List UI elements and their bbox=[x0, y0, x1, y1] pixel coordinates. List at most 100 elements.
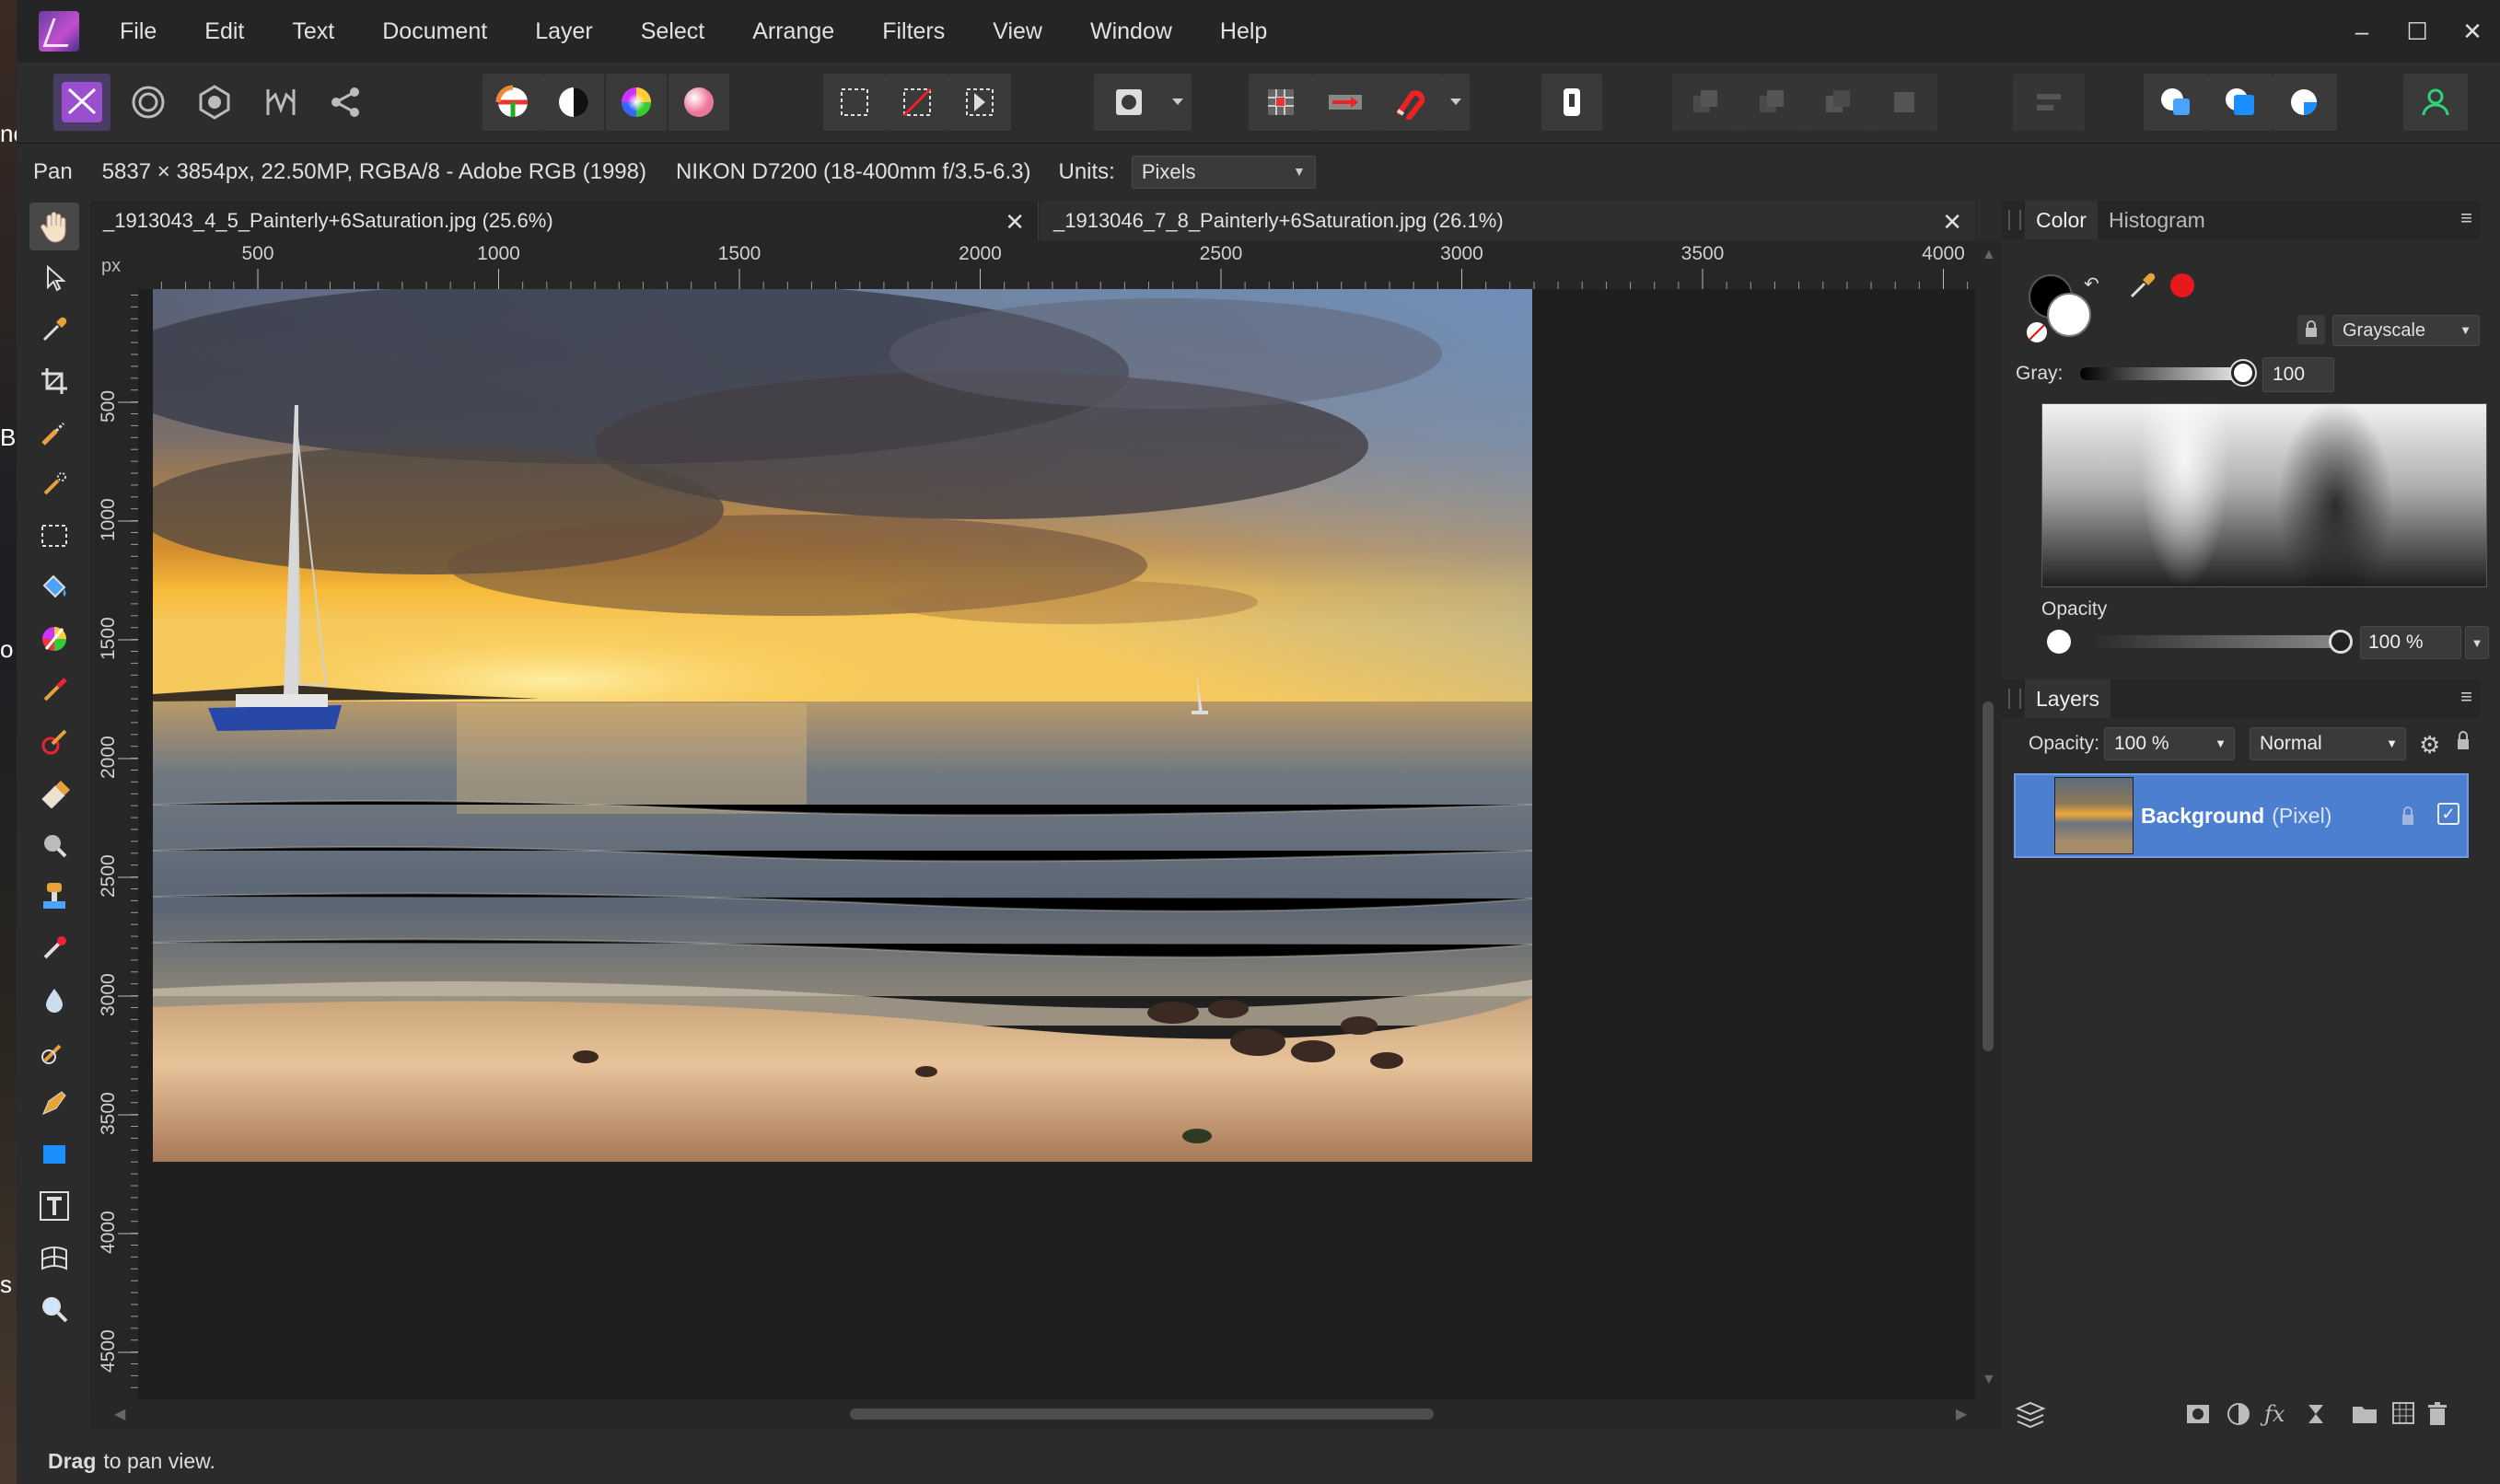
arrange-front-icon[interactable] bbox=[1871, 74, 1937, 131]
quick-mask-icon[interactable] bbox=[1094, 74, 1164, 131]
menu-view[interactable]: View bbox=[993, 18, 1042, 45]
opacity-slider[interactable] bbox=[2087, 635, 2342, 648]
paint-brush-tool-icon[interactable] bbox=[29, 667, 79, 714]
liquify-brush-tool-icon[interactable] bbox=[29, 1027, 79, 1075]
menu-document[interactable]: Document bbox=[382, 18, 487, 45]
export-persona-icon[interactable] bbox=[317, 74, 374, 131]
menu-file[interactable]: File bbox=[120, 18, 157, 45]
arrange-back-icon[interactable] bbox=[1672, 74, 1738, 131]
maximize-button[interactable]: ☐ bbox=[2390, 0, 2445, 63]
menu-filters[interactable]: Filters bbox=[882, 18, 945, 45]
layers-stack-icon[interactable] bbox=[2014, 1401, 2047, 1435]
add-group-icon[interactable] bbox=[2351, 1401, 2378, 1432]
lock-icon[interactable] bbox=[2297, 315, 2325, 344]
close-tab-icon[interactable]: ✕ bbox=[1942, 208, 1962, 237]
assistant-icon[interactable] bbox=[1541, 74, 1602, 131]
picked-color-swatch[interactable] bbox=[2170, 273, 2194, 297]
blemish-removal-tool-icon[interactable] bbox=[29, 924, 79, 972]
auto-colors-icon[interactable] bbox=[606, 74, 667, 131]
app-logo-icon[interactable] bbox=[39, 11, 79, 52]
blur-brush-tool-icon[interactable] bbox=[29, 976, 79, 1024]
layer-lock-icon[interactable] bbox=[2401, 806, 2415, 831]
zoom-tool-icon[interactable] bbox=[29, 1285, 79, 1333]
gear-icon[interactable]: ⚙ bbox=[2419, 731, 2440, 759]
document-tab-active[interactable]: _1913043_4_5_Painterly+6Saturation.jpg (… bbox=[90, 201, 1039, 241]
layer-opacity-select[interactable]: 100 % ▼ bbox=[2104, 727, 2235, 760]
color-spectrum[interactable] bbox=[2041, 403, 2487, 587]
menu-edit[interactable]: Edit bbox=[204, 18, 244, 45]
auto-white-balance-icon[interactable] bbox=[669, 74, 729, 131]
gray-slider-handle[interactable] bbox=[2231, 361, 2255, 385]
lock-icon[interactable] bbox=[2456, 731, 2471, 756]
adjustment-icon[interactable] bbox=[2226, 1401, 2251, 1433]
vertical-scrollbar[interactable]: ▲ ▼ bbox=[1975, 241, 2001, 1399]
clone-tool-icon[interactable] bbox=[29, 873, 79, 921]
scroll-right-icon[interactable]: ▶ bbox=[1956, 1405, 1967, 1423]
flood-fill-tool-icon[interactable] bbox=[29, 563, 79, 611]
develop-persona-icon[interactable] bbox=[186, 74, 243, 131]
pen-tool-icon[interactable] bbox=[29, 1079, 79, 1127]
view-tool-hand-icon[interactable] bbox=[29, 203, 79, 250]
panel-grip-icon[interactable] bbox=[2008, 689, 2021, 709]
arrange-forward-icon[interactable] bbox=[1805, 74, 1871, 131]
eyedropper-icon[interactable] bbox=[2128, 271, 2157, 305]
quick-mask-dropdown[interactable] bbox=[1164, 74, 1192, 131]
gray-slider[interactable] bbox=[2080, 367, 2255, 380]
erase-tool-icon[interactable] bbox=[29, 770, 79, 817]
opacity-dropdown-icon[interactable]: ▼ bbox=[2465, 626, 2489, 659]
invert-selection-icon[interactable] bbox=[948, 74, 1011, 131]
blend-mode-select[interactable]: Normal ▼ bbox=[2250, 727, 2406, 760]
color-replacement-tool-icon[interactable] bbox=[29, 718, 79, 766]
mesh-warp-tool-icon[interactable] bbox=[29, 1234, 79, 1281]
account-icon[interactable] bbox=[2403, 74, 2468, 131]
canvas-area[interactable] bbox=[138, 289, 1975, 1399]
arrange-backward-icon[interactable] bbox=[1738, 74, 1805, 131]
selection-brush-tool-icon[interactable] bbox=[29, 409, 79, 457]
close-tab-icon[interactable]: ✕ bbox=[1005, 208, 1025, 237]
move-tool-icon[interactable] bbox=[29, 254, 79, 302]
layer-row[interactable]: Background (Pixel) ✓ bbox=[2014, 773, 2469, 858]
menu-arrange[interactable]: Arrange bbox=[752, 18, 834, 45]
rectangle-tool-icon[interactable] bbox=[29, 1130, 79, 1178]
layer-visibility-checkbox[interactable]: ✓ bbox=[2437, 803, 2459, 825]
panel-grip-icon[interactable] bbox=[2008, 210, 2021, 230]
no-color-icon[interactable] bbox=[2027, 322, 2047, 342]
fx-icon[interactable]: ƒx bbox=[2264, 1401, 2285, 1427]
panel-menu-icon[interactable]: ≡ bbox=[2460, 685, 2472, 709]
opacity-slider-handle[interactable] bbox=[2329, 630, 2353, 654]
marquee-tool-icon[interactable] bbox=[29, 512, 79, 560]
add-mask-icon[interactable] bbox=[2185, 1401, 2211, 1433]
secondary-color-swatch[interactable] bbox=[2047, 293, 2091, 337]
delete-layer-icon[interactable] bbox=[2426, 1401, 2448, 1433]
minimize-button[interactable]: – bbox=[2334, 0, 2390, 63]
snapping-grid-icon[interactable] bbox=[1249, 74, 1313, 131]
menu-layer[interactable]: Layer bbox=[535, 18, 593, 45]
liquify-persona-icon[interactable] bbox=[120, 74, 177, 131]
snapping-magnet-icon[interactable] bbox=[1378, 74, 1442, 131]
scroll-up-icon[interactable]: ▲ bbox=[1982, 247, 1996, 263]
gray-value-input[interactable]: 100 bbox=[2262, 357, 2334, 392]
tab-color[interactable]: Color bbox=[2025, 201, 2098, 239]
scroll-thumb[interactable] bbox=[850, 1409, 1434, 1420]
color-picker-tool-icon[interactable] bbox=[29, 306, 79, 354]
boolean-intersect-icon[interactable] bbox=[2273, 74, 2337, 131]
select-all-icon[interactable] bbox=[823, 74, 886, 131]
flood-select-tool-icon[interactable] bbox=[29, 460, 79, 508]
panel-menu-icon[interactable]: ≡ bbox=[2460, 206, 2472, 230]
menu-help[interactable]: Help bbox=[1220, 18, 1267, 45]
tone-mapping-persona-icon[interactable] bbox=[252, 74, 309, 131]
snapping-dropdown[interactable] bbox=[1442, 74, 1470, 131]
scroll-left-icon[interactable]: ◀ bbox=[114, 1405, 125, 1423]
document-tab[interactable]: _1913046_7_8_Painterly+6Saturation.jpg (… bbox=[1041, 201, 1975, 241]
add-pixel-layer-icon[interactable] bbox=[2391, 1401, 2415, 1432]
units-select[interactable]: Pixels ▼ bbox=[1131, 156, 1316, 189]
align-icon[interactable] bbox=[2013, 74, 2085, 131]
snapping-options-icon[interactable] bbox=[1313, 74, 1378, 131]
boolean-add-icon[interactable] bbox=[2144, 74, 2208, 131]
scroll-down-icon[interactable]: ▼ bbox=[1982, 1372, 1996, 1388]
color-mode-select[interactable]: Grayscale ▼ bbox=[2332, 315, 2480, 346]
menu-text[interactable]: Text bbox=[292, 18, 334, 45]
auto-levels-icon[interactable] bbox=[483, 74, 543, 131]
scroll-thumb[interactable] bbox=[1983, 701, 1994, 1051]
menu-window[interactable]: Window bbox=[1090, 18, 1172, 45]
